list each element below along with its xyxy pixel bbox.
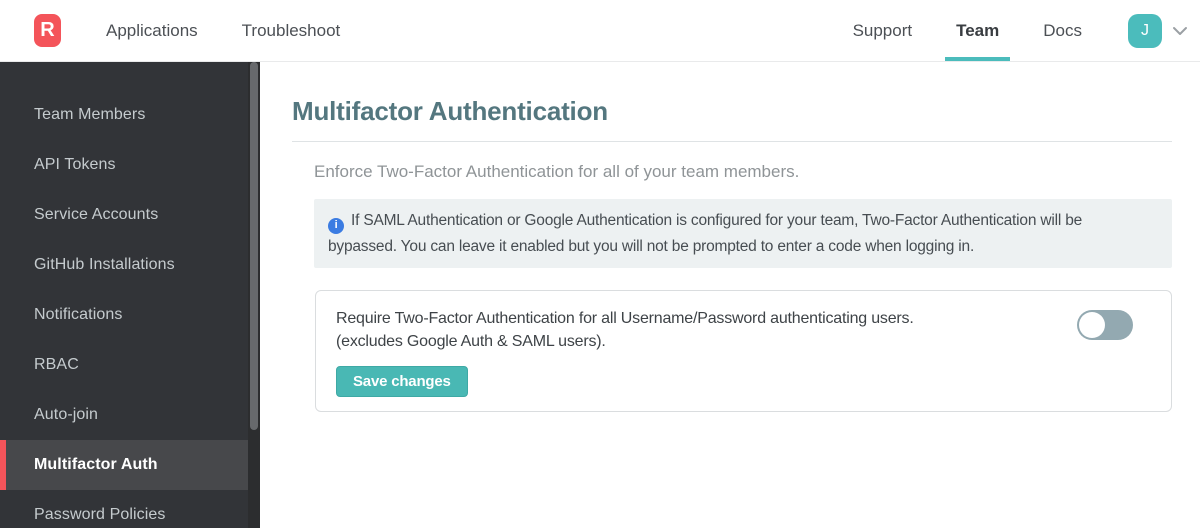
require-2fa-toggle[interactable] bbox=[1077, 309, 1133, 340]
toggle-knob bbox=[1079, 311, 1105, 338]
sidebar-item-label: Multifactor Auth bbox=[34, 456, 158, 473]
settings-sidebar: Team Members API Tokens Service Accounts… bbox=[0, 62, 260, 528]
sidebar-scrollbar-thumb[interactable] bbox=[250, 62, 258, 430]
settings-nav: Team Members API Tokens Service Accounts… bbox=[0, 62, 260, 528]
nav-item[interactable]: Docs bbox=[1043, 0, 1082, 61]
info-icon: i bbox=[328, 217, 344, 234]
mfa-section: Enforce Two-Factor Authentication for al… bbox=[314, 162, 1172, 412]
save-changes-button[interactable]: Save changes bbox=[336, 365, 468, 397]
setting-text-line1: Require Two-Factor Authentication for al… bbox=[336, 309, 914, 327]
user-avatar[interactable]: J bbox=[1128, 13, 1162, 48]
sidebar-item[interactable]: Service Accounts bbox=[0, 190, 260, 240]
primary-nav: Applications Troubleshoot bbox=[106, 0, 384, 61]
sidebar-item-label: Service Accounts bbox=[34, 206, 159, 223]
nav-item[interactable]: Troubleshoot bbox=[242, 0, 341, 61]
sidebar-item-label: Auto-join bbox=[34, 406, 99, 423]
alert-text-line2: bypassed. You can leave it enabled but y… bbox=[328, 237, 975, 255]
setting-text-line2: (excludes Google Auth & SAML users). bbox=[336, 332, 606, 350]
setting-text: Require Two-Factor Authentication for al… bbox=[336, 307, 1096, 353]
require-2fa-card: Require Two-Factor Authentication for al… bbox=[315, 289, 1172, 412]
sidebar-item[interactable]: GitHub Installations bbox=[0, 240, 260, 290]
saml-info-alert: i If SAML Authentication or Google Authen… bbox=[314, 199, 1172, 268]
section-description: Enforce Two-Factor Authentication for al… bbox=[314, 162, 800, 181]
sidebar-item-label: Team Members bbox=[34, 106, 146, 123]
sidebar-item-label: GitHub Installations bbox=[34, 256, 175, 273]
sidebar-item[interactable]: RBAC bbox=[0, 340, 260, 390]
secondary-nav: Support Team Docs J bbox=[853, 0, 1190, 61]
sidebar-item[interactable]: Notifications bbox=[0, 290, 260, 340]
sidebar-item-label: Password Policies bbox=[34, 506, 166, 523]
sidebar-item[interactable]: Team Members bbox=[0, 90, 260, 140]
sidebar-item[interactable]: API Tokens bbox=[0, 140, 260, 190]
nav-item-label: Support bbox=[852, 20, 913, 40]
main-content: Multifactor Authentication Enforce Two-F… bbox=[260, 62, 1200, 528]
sidebar-item-label: RBAC bbox=[34, 356, 79, 373]
title-divider bbox=[292, 141, 1172, 142]
nav-item-label: Team bbox=[956, 20, 1000, 40]
top-navbar: R Applications Troubleshoot Support Team… bbox=[0, 0, 1200, 62]
sidebar-item-label: Notifications bbox=[34, 306, 123, 323]
nav-item-label: Troubleshoot bbox=[241, 20, 341, 40]
app-body: Team Members API Tokens Service Accounts… bbox=[0, 62, 1200, 528]
nav-item[interactable]: Support bbox=[853, 0, 913, 61]
nav-item[interactable]: Team bbox=[945, 0, 1011, 61]
page-title: Multifactor Authentication bbox=[292, 96, 608, 126]
nav-item-label: Docs bbox=[1043, 20, 1082, 40]
nav-item-label: Applications bbox=[106, 20, 198, 40]
nav-item[interactable]: Applications bbox=[106, 0, 198, 61]
chevron-down-icon[interactable] bbox=[1170, 21, 1190, 41]
sidebar-item[interactable]: Auto-join bbox=[0, 390, 260, 440]
sidebar-item-label: API Tokens bbox=[34, 156, 116, 173]
sidebar-item[interactable]: Multifactor Auth bbox=[0, 440, 248, 490]
sidebar-item[interactable]: Password Policies bbox=[0, 490, 260, 528]
alert-text-line1: If SAML Authentication or Google Authent… bbox=[351, 212, 1083, 229]
rollbar-logo[interactable]: R bbox=[34, 14, 61, 47]
